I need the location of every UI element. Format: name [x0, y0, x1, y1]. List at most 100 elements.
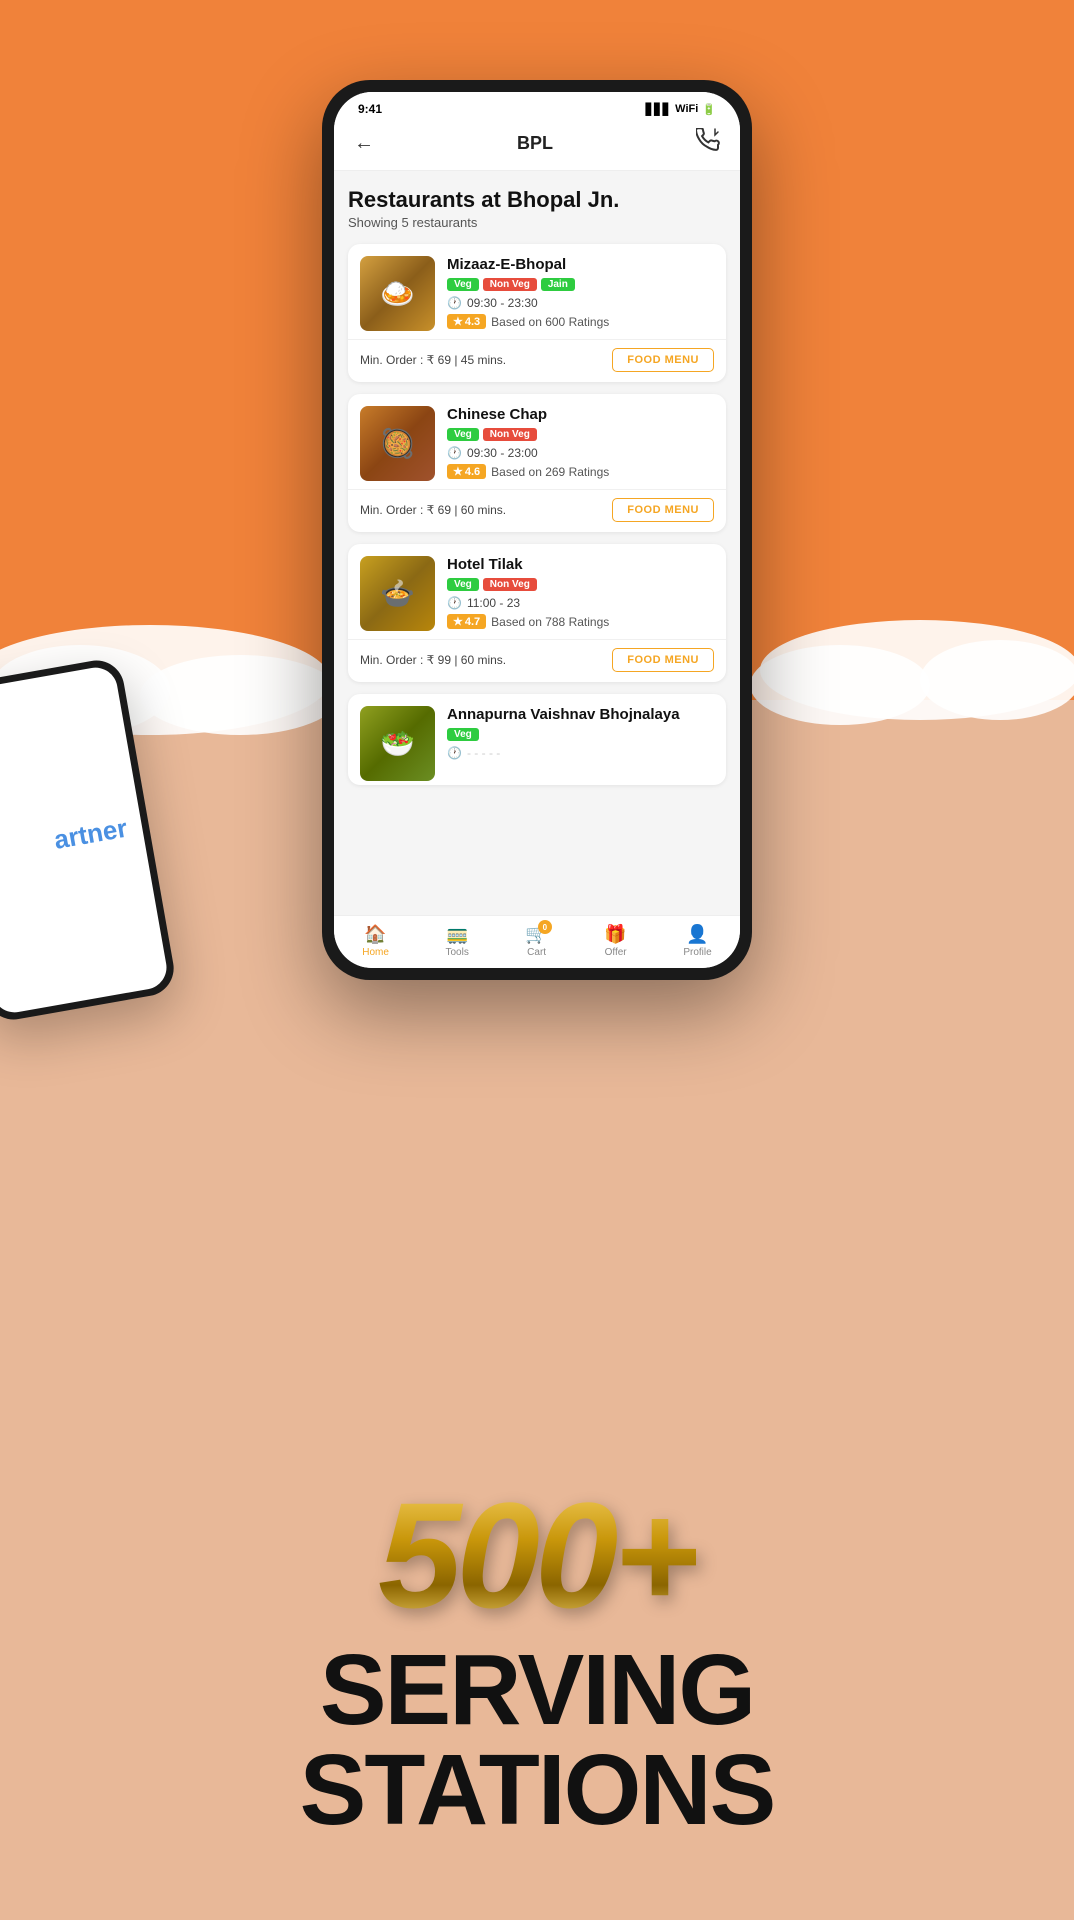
- rating-badge-1: ★ 4.6: [447, 464, 486, 479]
- tag-jain-0: Jain: [541, 278, 575, 291]
- restaurant-info-0: Mizaaz-E-Bhopal Veg Non Veg Jain 🕐 09:30…: [447, 256, 714, 331]
- plus-sign: +: [613, 1471, 696, 1639]
- hours-3: - - - - -: [467, 746, 500, 760]
- rating-text-1: Based on 269 Ratings: [491, 465, 609, 479]
- star-icon-2: ★: [453, 615, 463, 628]
- top-nav: ← BPL: [334, 122, 740, 171]
- food-menu-btn-2[interactable]: FOOD MENU: [612, 648, 714, 672]
- tag-veg-0: Veg: [447, 278, 479, 291]
- restaurant-info-2: Hotel Tilak Veg Non Veg 🕐 11:00 - 23: [447, 556, 714, 631]
- subtitle: Showing 5 restaurants: [348, 215, 726, 230]
- tag-row-1: Veg Non Veg: [447, 428, 714, 441]
- tag-row-3: Veg: [447, 728, 714, 741]
- time-row-1: 🕐 09:30 - 23:00: [447, 446, 714, 460]
- restaurant-card-3: 🥗 Annapurna Vaishnav Bhojnalaya Veg 🕐 - …: [348, 694, 726, 785]
- restaurant-name-0: Mizaaz-E-Bhopal: [447, 256, 714, 273]
- nav-title: BPL: [517, 133, 553, 154]
- status-bar: 9:41 ▋▋▋ WiFi 🔋: [334, 92, 740, 122]
- clock-icon-3: 🕐: [447, 746, 462, 760]
- restaurant-info-1: Chinese Chap Veg Non Veg 🕐 09:30 - 23:00: [447, 406, 714, 481]
- restaurant-info-3: Annapurna Vaishnav Bhojnalaya Veg 🕐 - - …: [447, 706, 714, 781]
- nav-home-label: Home: [362, 947, 389, 958]
- nav-cart[interactable]: 🛒 0 Cart: [525, 924, 547, 958]
- restaurant-card-2: 🍲 Hotel Tilak Veg Non Veg 🕐 11:00 - 23: [348, 544, 726, 682]
- restaurant-list: Restaurants at Bhopal Jn. Showing 5 rest…: [334, 171, 740, 915]
- cart-badge: 0: [538, 920, 552, 934]
- nav-cart-label: Cart: [527, 947, 546, 958]
- nav-tools-label: Tools: [446, 947, 469, 958]
- rating-text-0: Based on 600 Ratings: [491, 315, 609, 329]
- clock-icon-1: 🕐: [447, 446, 462, 460]
- clock-icon-2: 🕐: [447, 596, 462, 610]
- restaurant-name-2: Hotel Tilak: [447, 556, 714, 573]
- rating-text-2: Based on 788 Ratings: [491, 615, 609, 629]
- card-bottom-2: Min. Order : ₹ 99 | 60 mins. FOOD MENU: [348, 639, 726, 682]
- back-button[interactable]: ←: [354, 132, 374, 155]
- status-time: 9:41: [358, 102, 382, 116]
- status-icons: ▋▋▋ WiFi 🔋: [646, 103, 716, 116]
- tag-nonveg-0: Non Veg: [483, 278, 537, 291]
- restaurant-name-3: Annapurna Vaishnav Bhojnalaya: [447, 706, 714, 723]
- min-order-0: Min. Order : ₹ 69 | 45 mins.: [360, 353, 506, 367]
- rating-badge-2: ★ 4.7: [447, 614, 486, 629]
- hours-2: 11:00 - 23: [467, 596, 520, 610]
- call-button[interactable]: [696, 128, 720, 158]
- restaurant-card-0: 🍛 Mizaaz-E-Bhopal Veg Non Veg Jain 🕐 09:…: [348, 244, 726, 382]
- restaurant-image-0: 🍛: [360, 256, 435, 331]
- nav-home[interactable]: 🏠 Home: [362, 924, 389, 958]
- restaurant-image-3: 🥗: [360, 706, 435, 781]
- card-bottom-1: Min. Order : ₹ 69 | 60 mins. FOOD MENU: [348, 489, 726, 532]
- nav-tools[interactable]: 🚃 Tools: [446, 924, 469, 958]
- food-menu-btn-0[interactable]: FOOD MENU: [612, 348, 714, 372]
- time-row-3: 🕐 - - - - -: [447, 746, 714, 760]
- food-menu-btn-1[interactable]: FOOD MENU: [612, 498, 714, 522]
- tag-veg-1: Veg: [447, 428, 479, 441]
- rating-value-2: 4.7: [465, 616, 480, 628]
- profile-icon: 👤: [686, 924, 708, 945]
- phone-screen: 9:41 ▋▋▋ WiFi 🔋 ← BPL: [334, 92, 740, 968]
- time-row-2: 🕐 11:00 - 23: [447, 596, 714, 610]
- tag-nonveg-2: Non Veg: [483, 578, 537, 591]
- min-order-2: Min. Order : ₹ 99 | 60 mins.: [360, 653, 506, 667]
- hours-1: 09:30 - 23:00: [467, 446, 538, 460]
- rating-value-0: 4.3: [465, 316, 480, 328]
- phone-mockup: 9:41 ▋▋▋ WiFi 🔋 ← BPL: [322, 80, 752, 980]
- restaurant-image-2: 🍲: [360, 556, 435, 631]
- min-order-1: Min. Order : ₹ 69 | 60 mins.: [360, 503, 506, 517]
- bottom-nav: 🏠 Home 🚃 Tools 🛒 0 Cart 🎁 Offer: [334, 915, 740, 968]
- clock-icon-0: 🕐: [447, 296, 462, 310]
- rating-value-1: 4.6: [465, 466, 480, 478]
- partner-text: artner: [52, 812, 130, 855]
- offer-icon: 🎁: [604, 924, 626, 945]
- tools-icon: 🚃: [446, 924, 468, 945]
- card-bottom-0: Min. Order : ₹ 69 | 45 mins. FOOD MENU: [348, 339, 726, 382]
- star-icon-0: ★: [453, 315, 463, 328]
- promo-section: 500+ SERVING STATIONS: [0, 1020, 1074, 1920]
- rating-badge-0: ★ 4.3: [447, 314, 486, 329]
- nav-offer-label: Offer: [605, 947, 627, 958]
- tag-veg-2: Veg: [447, 578, 479, 591]
- big-number-text: 500+: [378, 1480, 696, 1630]
- hours-0: 09:30 - 23:30: [467, 296, 538, 310]
- phone-outer: 9:41 ▋▋▋ WiFi 🔋 ← BPL: [322, 80, 752, 980]
- nav-profile-label: Profile: [683, 947, 711, 958]
- nav-offer[interactable]: 🎁 Offer: [604, 924, 626, 958]
- rating-row-2: ★ 4.7 Based on 788 Ratings: [447, 614, 714, 629]
- page-title: Restaurants at Bhopal Jn.: [348, 187, 726, 213]
- restaurant-name-1: Chinese Chap: [447, 406, 714, 423]
- restaurant-image-1: 🥘: [360, 406, 435, 481]
- time-row-0: 🕐 09:30 - 23:30: [447, 296, 714, 310]
- cart-wrapper: 🛒 0: [525, 924, 547, 945]
- number-500: 500: [378, 1471, 613, 1639]
- home-icon: 🏠: [364, 924, 386, 945]
- serving-line1: SERVING: [320, 1640, 754, 1740]
- nav-profile[interactable]: 👤 Profile: [683, 924, 711, 958]
- tag-veg-3: Veg: [447, 728, 479, 741]
- tag-row-0: Veg Non Veg Jain: [447, 278, 714, 291]
- tag-row-2: Veg Non Veg: [447, 578, 714, 591]
- rating-row-1: ★ 4.6 Based on 269 Ratings: [447, 464, 714, 479]
- serving-line2: STATIONS: [300, 1740, 775, 1840]
- star-icon-1: ★: [453, 465, 463, 478]
- rating-row-0: ★ 4.3 Based on 600 Ratings: [447, 314, 714, 329]
- restaurant-card-1: 🥘 Chinese Chap Veg Non Veg 🕐 09:30 - 23:…: [348, 394, 726, 532]
